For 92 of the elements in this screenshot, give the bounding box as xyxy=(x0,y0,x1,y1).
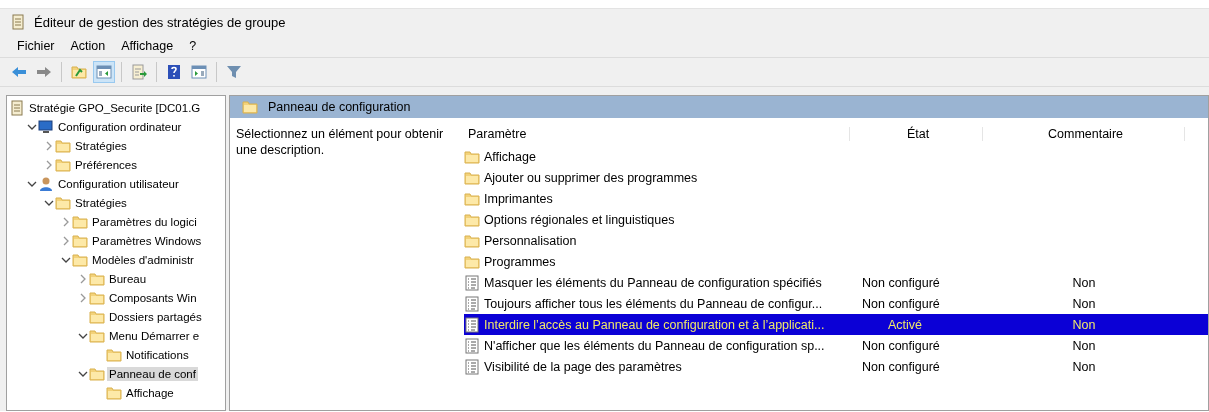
table-cell-text: Non configuré xyxy=(861,296,941,311)
setting-icon xyxy=(464,316,480,333)
menu-item[interactable]: Action xyxy=(69,39,107,53)
folder-up-icon xyxy=(71,64,87,80)
setting-icon xyxy=(464,295,480,312)
table-cell-text: Non xyxy=(1071,275,1097,290)
tree-item[interactable]: Paramètres Windows xyxy=(90,233,204,248)
tree-item[interactable]: Paramètres du logici xyxy=(90,214,199,229)
description-text: Sélectionnez un élément pour obtenir une description. xyxy=(235,126,445,159)
tree-item[interactable]: Affichage xyxy=(124,385,176,400)
table-cell-text: Non xyxy=(1071,359,1097,374)
scroll-icon xyxy=(10,14,26,30)
folder-icon xyxy=(464,253,480,270)
tree-item[interactable]: Notifications xyxy=(124,347,191,362)
folder-icon xyxy=(89,327,105,344)
folder-icon xyxy=(55,137,71,154)
table-cell[interactable]: Options régionales et linguistiques xyxy=(484,212,677,227)
table-cell[interactable]: Imprimantes xyxy=(484,191,555,206)
scroll-icon xyxy=(9,99,25,116)
folder-icon xyxy=(55,156,71,173)
folder-icon xyxy=(464,148,480,165)
back-arrow-icon xyxy=(11,64,27,80)
window-title: Éditeur de gestion des stratégies de groupe xyxy=(34,14,286,30)
tree-item[interactable]: Configuration ordinateur xyxy=(56,119,184,134)
folder-icon xyxy=(89,365,105,382)
tree-item[interactable]: Stratégies xyxy=(73,138,129,153)
tree-item[interactable]: Modèles d'administr xyxy=(90,252,196,267)
collapsed-caret-icon[interactable] xyxy=(78,292,88,303)
collapsed-caret-icon[interactable] xyxy=(44,140,54,151)
table-cell-text: Non xyxy=(1071,296,1097,311)
column-header[interactable]: État xyxy=(850,127,983,141)
column-header[interactable]: Paramètre xyxy=(464,127,850,141)
folder-icon xyxy=(72,251,88,268)
tree-item[interactable]: Stratégies xyxy=(73,195,129,210)
tree-item[interactable]: Panneau de conf xyxy=(107,366,198,381)
tree-item[interactable]: Stratégie GPO_Securite [DC01.G xyxy=(27,100,203,115)
folder-icon xyxy=(464,190,480,207)
selected-row-highlight[interactable]: Interdire l’accès au Panneau de configuration et à l’applicati... Activé Non xyxy=(464,314,1208,335)
collapsed-caret-icon[interactable] xyxy=(44,159,54,170)
folder-icon xyxy=(72,213,88,230)
tree-item[interactable]: Bureau xyxy=(107,271,149,286)
tree-item[interactable]: Menu Démarrer e xyxy=(107,328,202,343)
table-cell-text: Non xyxy=(1071,317,1097,332)
table-cell[interactable]: Ajouter ou supprimer des programmes xyxy=(484,170,700,185)
table-cell-text: Non configuré xyxy=(861,338,941,353)
folder-icon xyxy=(89,308,105,325)
tree-pane-icon xyxy=(96,64,112,80)
column-header[interactable]: Commentaire xyxy=(983,127,1185,141)
table-cell[interactable]: N'afficher que les éléments du Panneau de configuration sp... xyxy=(484,338,827,353)
panel-title: Panneau de configuration xyxy=(268,100,411,114)
folder-icon xyxy=(72,232,88,249)
menu-item[interactable]: ? xyxy=(188,39,198,53)
menu-item[interactable]: Affichage xyxy=(120,39,175,53)
export-list-icon xyxy=(131,64,147,80)
collapsed-caret-icon[interactable] xyxy=(61,216,71,227)
folder-icon xyxy=(464,232,480,249)
folder-icon xyxy=(89,289,105,306)
user-icon xyxy=(38,175,54,192)
help-icon xyxy=(166,64,182,80)
folder-icon xyxy=(242,99,258,115)
folder-icon xyxy=(464,211,480,228)
table-cell[interactable]: Masquer les éléments du Panneau de configuration spécifiés xyxy=(484,275,824,290)
menu-item[interactable]: Fichier xyxy=(16,39,56,53)
folder-icon xyxy=(89,270,105,287)
tree-item[interactable]: Composants Win xyxy=(107,290,199,305)
tree-item[interactable]: Configuration utilisateur xyxy=(56,176,181,191)
collapsed-caret-icon[interactable] xyxy=(61,235,71,246)
setting-icon xyxy=(464,358,480,375)
folder-icon xyxy=(464,169,480,186)
setting-icon xyxy=(464,337,480,354)
tree-pane-button[interactable] xyxy=(93,61,115,83)
tree-item[interactable]: Préférences xyxy=(73,157,139,172)
filter-icon xyxy=(226,64,242,80)
table-cell[interactable]: Interdire l’accès au Panneau de configuration et à l’applicati... xyxy=(484,317,827,332)
action-pane-icon xyxy=(191,64,207,80)
table-cell[interactable]: Toujours afficher tous les éléments du Panneau de configur... xyxy=(484,296,825,311)
table-cell-text: Activé xyxy=(887,317,924,332)
table-cell-text: Non xyxy=(1071,338,1097,353)
collapsed-caret-icon[interactable] xyxy=(78,273,88,284)
computer-icon xyxy=(38,118,54,135)
table-cell[interactable]: Affichage xyxy=(484,149,538,164)
table-cell[interactable]: Personnalisation xyxy=(484,233,579,248)
table-cell-text: Non configuré xyxy=(861,275,941,290)
tree-item[interactable]: Dossiers partagés xyxy=(107,309,204,324)
table-cell[interactable]: Programmes xyxy=(484,254,558,269)
folder-icon xyxy=(106,346,122,363)
folder-icon xyxy=(106,384,122,401)
forward-arrow-icon xyxy=(36,64,52,80)
folder-icon xyxy=(55,194,71,211)
table-cell[interactable]: Visibilité de la page des paramètres xyxy=(484,359,684,374)
setting-icon xyxy=(464,274,480,291)
table-cell-text: Non configuré xyxy=(861,359,941,374)
